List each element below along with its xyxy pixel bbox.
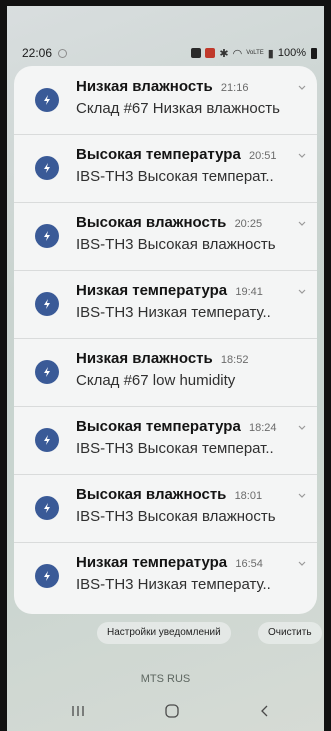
app-bolt-icon (35, 564, 59, 588)
notification-body: IBS-TH3 Высокая температ.. (76, 168, 274, 185)
notification-title-line: Низкая влажность 21:16 (76, 78, 293, 95)
app-bolt-icon (35, 360, 59, 384)
notification-title-line: Высокая температура 20:51 (76, 146, 293, 163)
notification-body: IBS-TH3 Высокая влажность (76, 508, 276, 525)
notification-title-line: Низкая влажность 18:52 (76, 350, 293, 367)
notification-title: Высокая температура (76, 418, 241, 435)
battery-percent: 100% (277, 47, 306, 59)
notification-item[interactable]: Низкая влажность 21:16 Склад #67 Низкая … (14, 66, 317, 135)
app-bolt-icon (35, 292, 59, 316)
chevron-down-icon[interactable] (297, 558, 307, 568)
notification-item[interactable]: Низкая влажность 18:52 Склад #67 low hum… (14, 338, 317, 407)
notification-item[interactable]: Высокая влажность 20:25 IBS-TH3 Высокая … (14, 202, 317, 271)
navigation-bar (0, 691, 331, 731)
notification-body: IBS-TH3 Высокая температ.. (76, 440, 274, 457)
notification-time: 20:25 (234, 218, 263, 230)
clear-button[interactable]: Очистить (258, 622, 322, 644)
chevron-down-icon[interactable] (297, 286, 307, 296)
notification-time: 19:41 (235, 286, 263, 298)
notification-actions: Настройки уведомлений Очистить (0, 622, 331, 646)
notification-title-line: Высокая температура 18:24 (76, 418, 293, 435)
app-bolt-icon (35, 496, 59, 520)
notification-body: Склад #67 Низкая влажность (76, 100, 280, 117)
notification-time: 18:24 (248, 422, 277, 434)
battery-icon (311, 47, 317, 59)
notification-title: Низкая влажность (76, 350, 213, 367)
notification-item[interactable]: Высокая влажность 18:01 IBS-TH3 Высокая … (14, 474, 317, 543)
recent-apps-icon (72, 706, 84, 716)
bluetooth-icon: ✱ (219, 47, 229, 60)
cast-icon (205, 48, 216, 58)
notification-title: Низкая температура (76, 282, 228, 299)
chevron-down-icon[interactable] (297, 490, 307, 500)
chevron-down-icon[interactable] (297, 218, 307, 228)
notification-title-line: Низкая температура 19:41 (76, 282, 293, 299)
app-bolt-icon (35, 224, 59, 248)
recent-apps-button[interactable] (66, 699, 90, 723)
notification-settings-button[interactable]: Настройки уведомлений (97, 622, 231, 644)
app-bolt-icon (35, 88, 59, 112)
chevron-down-icon[interactable] (297, 422, 307, 432)
notification-time: 21:16 (220, 82, 249, 94)
app-bolt-icon (35, 156, 59, 180)
notification-time: 18:01 (234, 490, 263, 502)
chevron-down-icon[interactable] (297, 82, 307, 92)
alarm-icon (191, 48, 202, 58)
back-button[interactable] (253, 699, 277, 723)
notification-title: Высокая влажность (76, 486, 227, 503)
app-bolt-icon (35, 428, 59, 452)
notification-title: Низкая температура (76, 554, 228, 571)
notification-item[interactable]: Низкая температура 19:41 IBS-TH3 Низкая … (14, 270, 317, 339)
home-icon (165, 704, 179, 718)
notification-title-line: Высокая влажность 18:01 (76, 486, 293, 503)
notification-body: IBS-TH3 Низкая температу.. (76, 304, 271, 321)
notification-title: Высокая влажность (76, 214, 227, 231)
notification-body: IBS-TH3 Высокая влажность (76, 236, 276, 253)
notification-time: 16:54 (235, 558, 263, 570)
notification-panel: Низкая влажность 21:16 Склад #67 Низкая … (14, 66, 317, 614)
signal-icon: ▮ (267, 47, 274, 60)
notification-item[interactable]: Высокая температура 20:51 IBS-TH3 Высока… (14, 134, 317, 203)
status-time: 22:06 (22, 46, 53, 60)
volte-label: VoLTE (246, 50, 264, 56)
back-icon (261, 705, 268, 717)
status-left: 22:06 (22, 46, 68, 60)
notification-title: Высокая температура (76, 146, 241, 163)
wifi-icon: ◠ (232, 47, 243, 60)
notification-body: IBS-TH3 Низкая температу.. (76, 576, 271, 593)
carrier-label: MTS RUS (140, 673, 191, 685)
notification-item[interactable]: Высокая температура 18:24 IBS-TH3 Высока… (14, 406, 317, 475)
status-bar: 22:06 ✱ ◠ VoLTE ▮ 100% (22, 44, 317, 62)
device-frame-top (0, 0, 331, 6)
chevron-down-icon[interactable] (297, 150, 307, 160)
notification-item[interactable]: Низкая температура 16:54 IBS-TH3 Низкая … (14, 542, 317, 610)
notification-body: Склад #67 low humidity (76, 372, 236, 389)
notification-title-line: Низкая температура 16:54 (76, 554, 293, 571)
status-right: ✱ ◠ VoLTE ▮ 100% (191, 47, 317, 60)
notification-time: 20:51 (248, 150, 277, 162)
notification-title-line: Высокая влажность 20:25 (76, 214, 293, 231)
sync-icon (58, 48, 68, 58)
notification-title: Низкая влажность (76, 78, 213, 95)
home-button[interactable] (160, 699, 184, 723)
notification-time: 18:52 (220, 354, 249, 366)
